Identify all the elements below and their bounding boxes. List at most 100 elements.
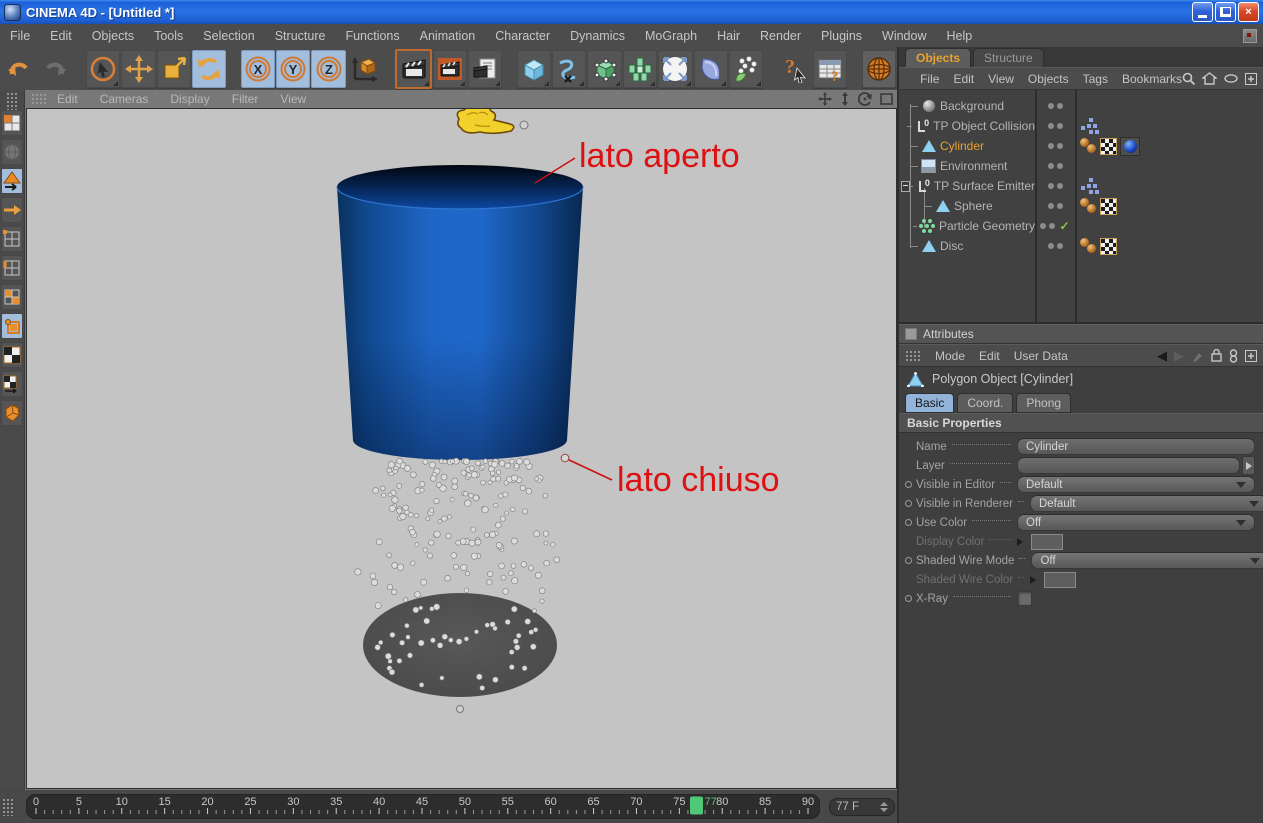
- expand-arrow-icon[interactable]: [1030, 575, 1037, 584]
- menu-character[interactable]: Character: [485, 29, 560, 43]
- vp-menu-cameras[interactable]: Cameras: [100, 92, 149, 106]
- add-panel-icon[interactable]: [1245, 72, 1257, 85]
- render-settings-button[interactable]: [468, 49, 503, 88]
- tree-row-tp-object-collision[interactable]: 0 TP Object Collision: [899, 116, 1263, 136]
- basic-properties-section[interactable]: Basic Properties: [899, 413, 1263, 433]
- viewport-menu-grip[interactable]: [31, 93, 47, 105]
- viewport-canvas[interactable]: lato aperto lato chiuso: [26, 108, 897, 789]
- layer-field[interactable]: [1017, 457, 1240, 474]
- disc-object[interactable]: [363, 593, 557, 697]
- tab-coord[interactable]: Coord.: [957, 393, 1014, 413]
- title-bar[interactable]: CINEMA 4D - [Untitled *] ×: [0, 0, 1263, 24]
- restore-button[interactable]: [1215, 2, 1236, 22]
- menu-edit[interactable]: Edit: [40, 29, 82, 43]
- visibility-toggles[interactable]: [1035, 163, 1075, 169]
- add-effector-button[interactable]: [728, 49, 764, 88]
- attr-menu-grip[interactable]: [905, 349, 921, 362]
- render-active-view-button[interactable]: [432, 49, 468, 88]
- attr-menu-userdata[interactable]: User Data: [1014, 349, 1068, 363]
- add-particle-emitter-button[interactable]: [658, 49, 693, 88]
- visibility-toggles[interactable]: [1035, 143, 1075, 149]
- menu-hair[interactable]: Hair: [707, 29, 750, 43]
- coordinate-system-button[interactable]: [347, 50, 381, 88]
- rotate-button[interactable]: [192, 49, 227, 88]
- dock-icon[interactable]: [1243, 28, 1257, 43]
- name-field[interactable]: Cylinder: [1017, 438, 1255, 455]
- scale-button[interactable]: [156, 49, 192, 88]
- undo-button[interactable]: [2, 50, 36, 88]
- menu-structure[interactable]: Structure: [265, 29, 336, 43]
- uvw-tag-icon[interactable]: [1100, 237, 1117, 255]
- phong-tag-icon[interactable]: [1080, 238, 1097, 254]
- history-forward-icon[interactable]: ▶: [1174, 348, 1184, 364]
- move-button[interactable]: [121, 49, 156, 88]
- texture-mode-button[interactable]: [1, 342, 23, 368]
- menu-render[interactable]: Render: [750, 29, 811, 43]
- link-icon[interactable]: [1229, 348, 1238, 363]
- tree-row-background[interactable]: Background: [899, 96, 1263, 116]
- layer-picker-button[interactable]: [1242, 456, 1255, 475]
- current-frame-field[interactable]: 77 F: [829, 797, 895, 816]
- add-primitive-button[interactable]: [516, 49, 552, 88]
- timeline-grip[interactable]: [2, 797, 14, 816]
- menu-window[interactable]: Window: [872, 29, 936, 43]
- expression-tag-icon[interactable]: [1087, 124, 1091, 128]
- om-menu-tags[interactable]: Tags: [1083, 72, 1108, 86]
- home-icon[interactable]: [1202, 72, 1217, 85]
- use-color-dropdown[interactable]: Off: [1017, 514, 1255, 531]
- lock-icon[interactable]: [1211, 349, 1222, 362]
- visibility-toggles[interactable]: [1035, 103, 1075, 109]
- om-menu-file[interactable]: File: [920, 72, 939, 86]
- object-axis-mode-button[interactable]: [1, 168, 23, 194]
- command-manager-button[interactable]: ?: [812, 49, 848, 88]
- visibility-toggles[interactable]: [1035, 203, 1075, 209]
- visible-in-renderer-dropdown[interactable]: Default: [1029, 495, 1263, 512]
- menu-selection[interactable]: Selection: [193, 29, 264, 43]
- model-mode-button[interactable]: [1, 139, 23, 165]
- expression-tag-icon[interactable]: [1087, 184, 1091, 188]
- menu-tools[interactable]: Tools: [144, 29, 193, 43]
- add-spline-button[interactable]: [552, 49, 587, 88]
- orbit-icon[interactable]: [858, 92, 872, 106]
- vp-menu-view[interactable]: View: [280, 92, 306, 106]
- animation-dot[interactable]: [905, 481, 912, 488]
- polygon-mode-button[interactable]: [1, 284, 23, 310]
- minimize-button[interactable]: [1192, 2, 1213, 22]
- enabled-check-icon[interactable]: ✓: [1059, 219, 1069, 233]
- help-button[interactable]: ?: [778, 50, 812, 88]
- uvw-tag-icon[interactable]: [1100, 197, 1117, 215]
- collapse-expander[interactable]: [901, 180, 910, 192]
- close-button[interactable]: ×: [1238, 2, 1259, 22]
- tab-objects[interactable]: Objects: [905, 48, 972, 67]
- animation-mode-button[interactable]: [1, 400, 23, 426]
- visibility-toggles[interactable]: [1035, 243, 1075, 249]
- frame-spinner[interactable]: [880, 801, 888, 812]
- animation-dot[interactable]: [905, 519, 912, 526]
- expand-arrow-icon[interactable]: [1017, 537, 1023, 546]
- menu-dynamics[interactable]: Dynamics: [560, 29, 635, 43]
- lock-y-axis-button[interactable]: Y: [276, 49, 311, 88]
- toolbar-grip[interactable]: [6, 92, 18, 110]
- om-menu-grip[interactable]: [905, 72, 907, 85]
- animation-dot[interactable]: [905, 595, 912, 602]
- vp-menu-edit[interactable]: Edit: [57, 92, 78, 106]
- tab-phong[interactable]: Phong: [1016, 393, 1072, 413]
- menu-file[interactable]: File: [0, 29, 40, 43]
- point-mode-button[interactable]: [1, 226, 23, 252]
- om-menu-objects[interactable]: Objects: [1028, 72, 1069, 86]
- tab-basic[interactable]: Basic: [905, 393, 955, 413]
- maximize-view-icon[interactable]: [880, 93, 893, 105]
- visibility-toggles[interactable]: ✓: [1035, 219, 1075, 233]
- lock-x-axis-button[interactable]: X: [240, 49, 276, 88]
- shaded-wire-mode-dropdown[interactable]: Off: [1031, 552, 1263, 569]
- tree-row-particle-geometry[interactable]: Particle Geometry ✓: [899, 216, 1263, 236]
- add-array-button[interactable]: [622, 49, 658, 88]
- phong-tag-icon[interactable]: [1080, 198, 1097, 214]
- timeline-ruler[interactable]: 0 5 10 15 20 25 30 35 40 45 50 55 60 65 70 75 80 85 90 77: [26, 794, 820, 819]
- tree-row-cylinder[interactable]: Cylinder: [899, 136, 1263, 156]
- tree-row-tp-surface-emitter[interactable]: 0 TP Surface Emitter: [899, 176, 1263, 196]
- tree-row-disc[interactable]: Disc: [899, 236, 1263, 256]
- redo-button[interactable]: [37, 50, 71, 88]
- history-back-icon[interactable]: ◀: [1157, 348, 1167, 364]
- pan-icon[interactable]: [818, 92, 832, 106]
